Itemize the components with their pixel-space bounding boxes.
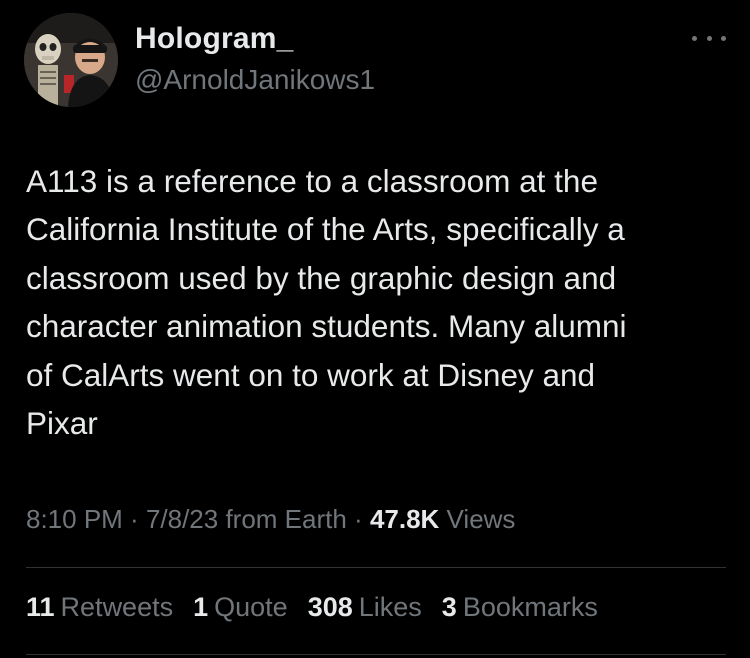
quotes-label: Quote [214,592,288,622]
engagement-stats: 11 Retweets 1 Quote 308 Likes 3 Bookmarks [26,592,598,623]
retweets-label: Retweets [60,592,174,622]
views-label[interactable]: Views [439,504,516,534]
tweet-metadata: 8:10 PM · 7/8/23 from Earth · 47.8K View… [26,504,515,535]
meta-separator: · [122,504,146,534]
quotes-count: 1 [193,592,209,622]
bookmarks-label: Bookmarks [462,592,598,622]
bookmarks-stat[interactable]: 3 Bookmarks [442,592,598,623]
meta-separator: · [346,504,370,534]
tweet-time[interactable]: 8:10 PM [26,504,123,534]
more-options-button[interactable] [692,26,726,50]
user-handle[interactable]: @ArnoldJanikows1 [135,64,375,96]
divider [26,654,726,655]
bookmarks-count: 3 [441,592,457,622]
views-count[interactable]: 47.8K [370,504,439,534]
profile-photo-icon [24,13,118,107]
avatar[interactable] [24,13,118,107]
tweet-source: from Earth [218,504,347,534]
likes-label: Likes [358,592,422,622]
quotes-stat[interactable]: 1 Quote [193,592,288,623]
likes-stat[interactable]: 308 Likes [308,592,422,623]
tweet-date[interactable]: 7/8/23 [146,504,218,534]
retweets-stat[interactable]: 11 Retweets [26,592,173,623]
tweet-text: A113 is a reference to a classroom at th… [26,163,627,442]
divider [26,567,726,568]
ellipsis-icon [692,35,697,41]
ellipsis-icon [721,35,726,41]
display-name[interactable]: Hologram_ [135,22,294,56]
retweets-count: 11 [26,592,55,622]
likes-count: 308 [307,592,353,622]
ellipsis-icon [706,35,712,41]
